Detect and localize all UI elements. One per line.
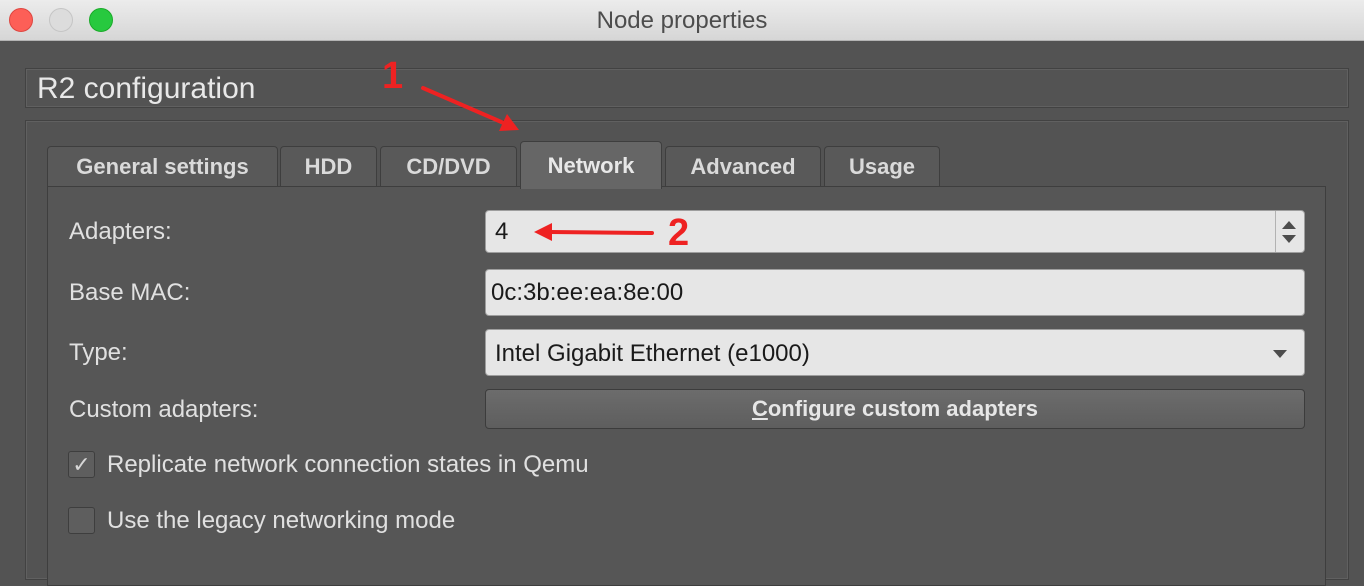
button-label: onfigure custom adapters [767,396,1039,421]
stepper-up-icon[interactable] [1282,221,1296,229]
tab-hdd[interactable]: HDD [280,146,377,186]
config-header: R2 configuration [25,68,1349,108]
legacy-networking-label[interactable]: Use the legacy networking mode [107,507,455,535]
adapters-spinbox[interactable]: 4 [485,210,1305,253]
adapters-label: Adapters: [69,218,172,245]
window-title: Node properties [596,7,768,34]
legacy-networking-checkbox[interactable] [68,507,95,534]
stepper-down-icon[interactable] [1282,235,1296,243]
tab-network[interactable]: Network [520,141,662,189]
adapters-value: 4 [495,218,509,245]
base-mac-input[interactable] [486,270,1304,315]
tab-advanced[interactable]: Advanced [665,146,821,186]
adapter-type-select[interactable]: Intel Gigabit Ethernet (e1000) [485,329,1305,376]
custom-adapters-label: Custom adapters: [69,396,259,423]
adapters-stepper[interactable] [1275,211,1304,252]
chevron-down-icon [1273,350,1287,358]
title-bar: Node properties [0,0,1364,41]
adapter-type-value: Intel Gigabit Ethernet (e1000) [495,340,810,367]
tab-usage[interactable]: Usage [824,146,940,186]
annotation-marker-1: 1 [382,55,404,97]
button-mnemonic: C [751,396,768,421]
type-label: Type: [69,339,128,366]
base-mac-field[interactable] [485,269,1305,316]
annotation-marker-2: 2 [668,212,690,254]
replicate-states-checkbox[interactable]: ✓ [68,451,95,478]
replicate-states-label[interactable]: Replicate network connection states in Q… [107,451,589,479]
checkmark-icon: ✓ [72,452,91,477]
config-title: R2 configuration [37,72,256,105]
tab-general-settings[interactable]: General settings [47,146,278,186]
base-mac-label: Base MAC: [69,279,191,306]
configure-custom-adapters-button[interactable]: Configure custom adapters [485,389,1305,429]
tab-cd-dvd[interactable]: CD/DVD [380,146,517,186]
